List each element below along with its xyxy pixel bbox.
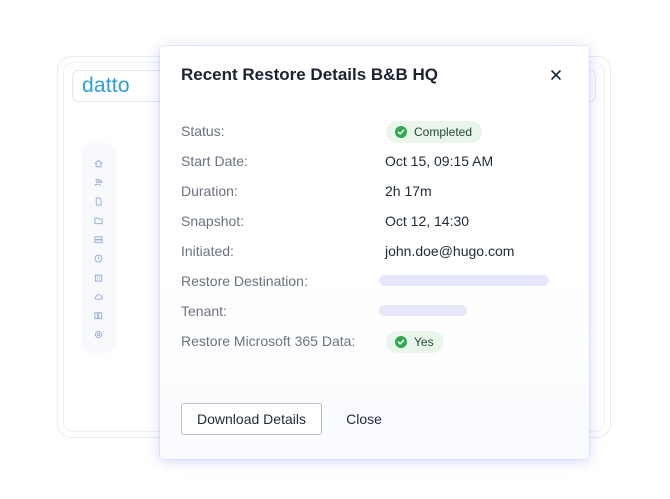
start-date-label: Start Date: [181,153,248,169]
duration-value: 2h 17m [385,183,432,199]
status-label: Status: [181,123,225,139]
grid-icon [94,311,103,320]
snapshot-label: Snapshot: [181,213,245,229]
check-circle-icon [395,126,407,138]
users-icon [94,178,103,187]
restore-m365-label: Restore Microsoft 365 Data: [181,333,356,349]
close-icon[interactable] [549,68,563,82]
snapshot-value: Oct 12, 14:30 [385,213,470,229]
clock-icon [94,254,103,263]
file-icon [94,197,103,206]
restore-details-modal: Recent Restore Details B&B HQ Status: Co… [160,46,589,459]
gear-icon [94,330,103,339]
home-icon [94,159,103,168]
check-circle-icon [395,336,407,348]
folder-icon [94,216,103,225]
restore-destination-placeholder [379,275,549,286]
tenant-label: Tenant: [181,303,227,319]
building-icon [94,273,103,282]
restore-m365-value: Yes [414,335,434,349]
duration-label: Duration: [181,183,238,199]
server-icon [94,235,103,244]
initiated-value: john.doe@hugo.com [385,243,515,259]
tenant-placeholder [379,305,467,316]
start-date-value: Oct 15, 09:15 AM [385,153,494,169]
close-button[interactable]: Close [336,403,392,435]
restore-m365-badge: Yes [386,331,444,353]
datto-logo: datto [82,74,130,97]
status-value: Completed [414,125,473,139]
restore-destination-label: Restore Destination: [181,273,308,289]
status-badge: Completed [386,121,483,143]
download-details-button[interactable]: Download Details [181,403,322,435]
initiated-label: Initiated: [181,243,234,259]
modal-title: Recent Restore Details B&B HQ [181,65,438,84]
cloud-icon [94,292,103,301]
